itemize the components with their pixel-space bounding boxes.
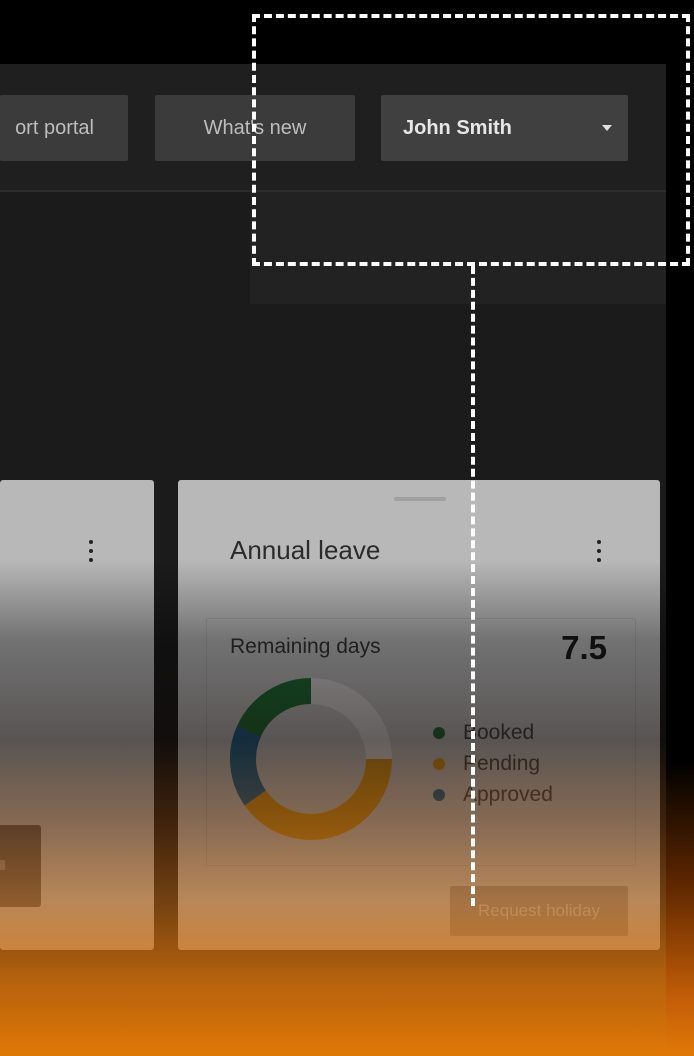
highlight-callout-connector	[471, 266, 475, 906]
legend-label: Approved	[463, 782, 553, 806]
request-holiday-button[interactable]: Request holiday	[450, 886, 628, 936]
annual-leave-card: Annual leave Remaining days 7.5 Booked P…	[178, 480, 660, 950]
dashboard-card-left	[0, 480, 154, 950]
more-options-icon[interactable]	[88, 540, 94, 570]
legend-dot	[433, 726, 445, 739]
more-options-icon[interactable]	[596, 540, 602, 570]
request-holiday-label: Request holiday	[478, 901, 600, 920]
legend-item-approved: Approved	[433, 779, 553, 810]
legend-item-booked: Booked	[433, 717, 553, 748]
support-portal-label: ort portal	[15, 116, 94, 139]
legend-dot	[433, 788, 445, 801]
card-title: Annual leave	[230, 535, 381, 565]
remaining-days-panel: Remaining days 7.5 Booked Pending Approv…	[206, 618, 636, 866]
leave-donut-chart	[230, 678, 392, 840]
drag-handle[interactable]	[394, 497, 446, 501]
card-action-edge	[0, 860, 5, 870]
support-portal-button[interactable]: ort portal	[0, 95, 128, 161]
remaining-days-label: Remaining days	[230, 635, 381, 658]
donut-legend: Booked Pending Approved	[433, 717, 553, 810]
highlight-callout-box	[252, 14, 690, 266]
legend-item-pending: Pending	[433, 748, 553, 779]
legend-dot	[433, 757, 445, 770]
card-action-button[interactable]	[0, 825, 41, 907]
remaining-days-value: 7.5	[561, 629, 607, 666]
